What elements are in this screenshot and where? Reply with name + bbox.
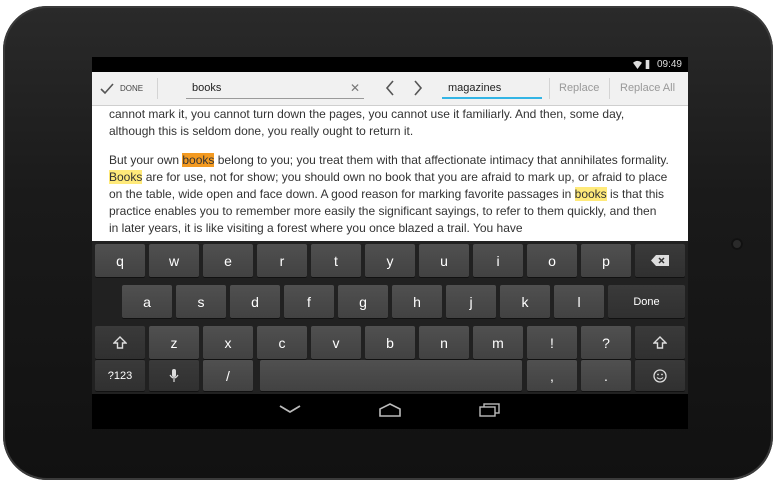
key-d[interactable]: d [230,285,280,318]
wifi-icon [633,60,642,69]
key-slash[interactable]: / [203,360,253,391]
camera-icon [731,238,743,250]
document-text[interactable]: cannot mark it, you cannot turn down the… [92,106,688,241]
home-icon[interactable] [378,403,402,417]
find-replace-bar: DONE books ✕ magazines Replace Replace A… [92,72,688,106]
replace-input[interactable]: magazines [442,78,542,99]
status-bar: 09:49 [92,57,688,72]
key-e[interactable]: e [203,244,253,277]
done-key[interactable]: Done [608,285,685,318]
key-l[interactable]: l [554,285,604,318]
screen: 09:49 DONE books ✕ magazines Replace Rep… [92,57,688,429]
key-n[interactable]: n [419,326,469,359]
key-j[interactable]: j [446,285,496,318]
key-h[interactable]: h [392,285,442,318]
check-icon [100,82,114,94]
chevron-left-icon[interactable] [385,80,395,96]
key-m[interactable]: m [473,326,523,359]
text-run: But your own [109,153,183,167]
key-x[interactable]: x [203,326,253,359]
key-p[interactable]: p [581,244,631,277]
key-a[interactable]: a [122,285,172,318]
emoji-key[interactable] [635,360,685,391]
back-icon[interactable] [279,403,301,415]
divider [549,78,550,99]
shift-icon [653,335,667,349]
key-o[interactable]: o [527,244,577,277]
emoji-icon [653,368,667,383]
shift-key-left[interactable] [95,326,145,359]
navigation-bar [92,394,688,429]
key-question[interactable]: ? [581,326,631,359]
shift-icon [113,335,127,349]
match-highlight: books [574,187,607,201]
done-button[interactable]: DONE [100,72,143,105]
key-g[interactable]: g [338,285,388,318]
divider [157,78,158,99]
replace-button[interactable]: Replace [559,72,599,105]
key-z[interactable]: z [149,326,199,359]
key-f[interactable]: f [284,285,334,318]
key-r[interactable]: r [257,244,307,277]
mic-icon [169,368,179,382]
match-highlight: Books [109,170,143,184]
backspace-icon [651,255,669,266]
text-run: belong to you; you treat them with that … [214,153,669,167]
clock: 09:49 [656,59,682,70]
key-s[interactable]: s [176,285,226,318]
space-bar[interactable] [260,360,522,391]
paragraph: But your own books belong to you; you tr… [109,152,669,237]
key-c[interactable]: c [257,326,307,359]
key-k[interactable]: k [500,285,550,318]
divider [609,78,610,99]
key-comma[interactable]: , [527,360,577,391]
chevron-right-icon[interactable] [413,80,423,96]
clear-icon[interactable]: ✕ [350,81,360,95]
done-label: DONE [120,84,144,93]
key-b[interactable]: b [365,326,415,359]
replace-all-button[interactable]: Replace All [620,72,675,105]
recents-icon[interactable] [479,403,501,417]
keyboard: q w e r t y u i o p a s d f g h j k l Do… [92,241,688,394]
key-exclamation[interactable]: ! [527,326,577,359]
key-w[interactable]: w [149,244,199,277]
key-v[interactable]: v [311,326,361,359]
symbols-key[interactable]: ?123 [95,360,145,391]
battery-icon [645,60,650,69]
shift-key-right[interactable] [635,326,685,359]
key-y[interactable]: y [365,244,415,277]
key-period[interactable]: . [581,360,631,391]
key-q[interactable]: q [95,244,145,277]
key-u[interactable]: u [419,244,469,277]
current-match: books [182,153,215,167]
backspace-key[interactable] [635,244,685,277]
key-t[interactable]: t [311,244,361,277]
paragraph: cannot mark it, you cannot turn down the… [109,107,625,138]
key-i[interactable]: i [473,244,523,277]
mic-key[interactable] [149,360,199,391]
find-input[interactable]: books [186,78,364,99]
